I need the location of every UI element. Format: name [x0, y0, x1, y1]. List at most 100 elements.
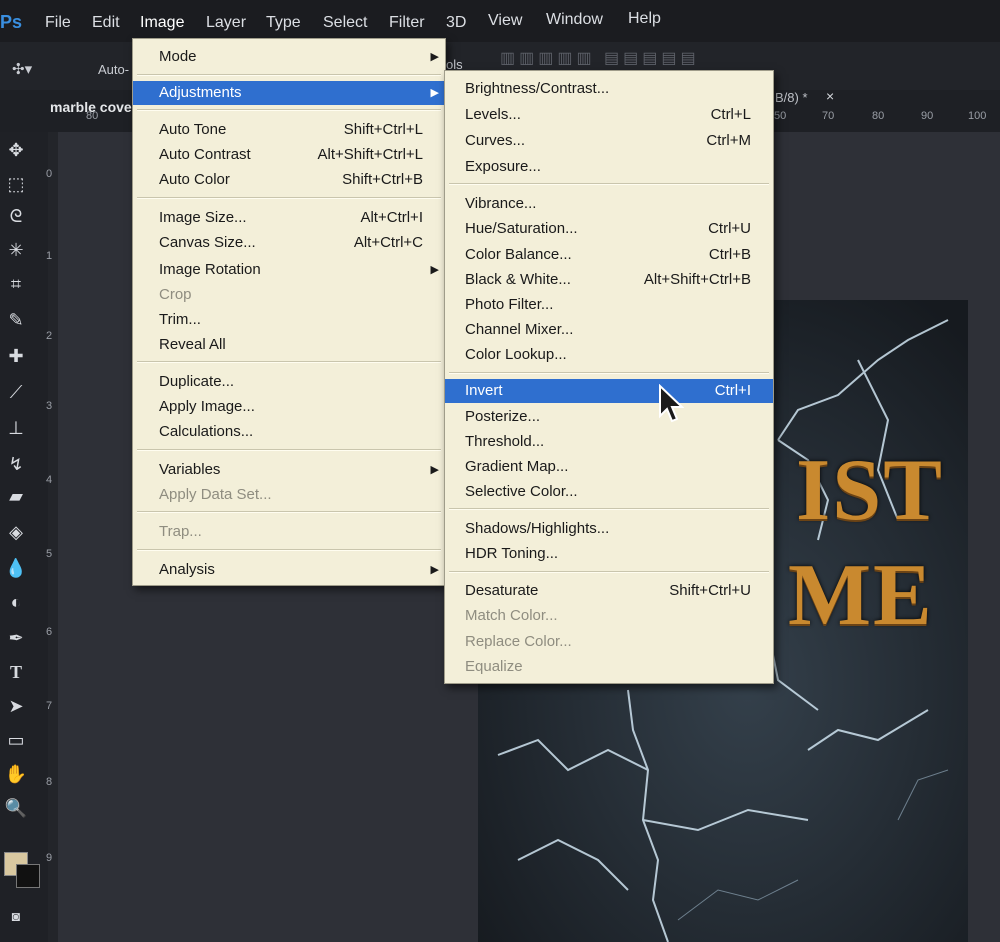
history-brush-tool-icon[interactable]: ↯ [4, 452, 28, 476]
menu-item-hdr-toning[interactable]: HDR Toning... [445, 542, 773, 566]
eraser-tool-icon[interactable]: ▰ [4, 484, 28, 508]
menu-item-trap: Trap... [133, 520, 445, 544]
menu-separator [449, 571, 769, 573]
hand-tool-icon[interactable]: ✋ [4, 762, 28, 786]
menu-item-gradient-map[interactable]: Gradient Map... [445, 455, 773, 479]
ruler-number: 80 [872, 110, 885, 122]
background-color-swatch[interactable] [16, 864, 40, 888]
menu-file[interactable]: File [45, 14, 71, 32]
magic-wand-tool-icon[interactable]: ✳ [4, 238, 28, 262]
menu-window[interactable]: Window [546, 11, 603, 29]
marquee-tool-icon[interactable]: ⬚ [4, 172, 28, 196]
menu-item-shortcut: Ctrl+M [706, 132, 751, 149]
menu-item-shortcut: Alt+Ctrl+I [360, 209, 423, 226]
menu-view[interactable]: View [488, 12, 522, 30]
menu-item-auto-color[interactable]: Auto Color Shift+Ctrl+B [133, 168, 445, 192]
distribute-icons[interactable]: ▥▥▥▥▥ ▤▤▤▤▤ [500, 48, 700, 68]
menu-item-color-lookup[interactable]: Color Lookup... [445, 343, 773, 367]
menu-item-photo-filter[interactable]: Photo Filter... [445, 293, 773, 317]
menu-separator [137, 449, 441, 451]
menu-item-duplicate[interactable]: Duplicate... [133, 370, 445, 394]
menu-item-mode[interactable]: Mode ▶ [133, 45, 445, 69]
menu-item-analysis[interactable]: Analysis ▶ [133, 558, 445, 582]
move-tool-icon[interactable]: ✣▾ [12, 60, 32, 78]
type-tool-icon[interactable]: T [4, 660, 28, 684]
menu-select[interactable]: Select [323, 14, 367, 32]
menu-item-brightness-contrast[interactable]: Brightness/Contrast... [445, 77, 773, 101]
pen-tool-icon[interactable]: ✒ [4, 626, 28, 650]
mouse-pointer-icon [659, 384, 684, 423]
crop-tool-icon[interactable]: ⌗ [4, 272, 28, 296]
menu-item-label: Calculations... [159, 423, 254, 440]
menu-item-apply-image[interactable]: Apply Image... [133, 395, 445, 419]
menu-item-shadows-highlights[interactable]: Shadows/Highlights... [445, 517, 773, 541]
ruler-number: 100 [968, 110, 987, 122]
ruler-number: 6 [46, 626, 53, 638]
menu-layer[interactable]: Layer [206, 14, 246, 32]
image-menu: Mode ▶ Adjustments ▶ Auto Tone Shift+Ctr… [132, 38, 446, 586]
artwork-title-line2: ME [788, 547, 934, 644]
menu-item-label: Invert [465, 382, 503, 399]
menu-3d[interactable]: 3D [446, 14, 466, 32]
dodge-tool-icon[interactable]: ◐ [4, 590, 28, 614]
close-tab-icon[interactable]: × [826, 88, 834, 104]
brush-tool-icon[interactable]: ⟋ [4, 380, 28, 404]
menu-item-selective-color[interactable]: Selective Color... [445, 480, 773, 504]
menu-item-label: Photo Filter... [465, 296, 554, 313]
menu-item-label: Vibrance... [465, 195, 537, 212]
move-tool-icon[interactable]: ✥ [4, 138, 28, 162]
menu-item-image-size[interactable]: Image Size... Alt+Ctrl+I [133, 206, 445, 230]
menu-item-reveal-all[interactable]: Reveal All [133, 333, 445, 357]
menu-item-black-white[interactable]: Black & White... Alt+Shift+Ctrl+B [445, 268, 773, 292]
menu-item-curves[interactable]: Curves... Ctrl+M [445, 129, 773, 153]
path-selection-tool-icon[interactable]: ➤ [4, 694, 28, 718]
menu-help[interactable]: Help [628, 10, 661, 28]
auto-select-label[interactable]: Auto- [98, 62, 129, 77]
menu-separator [449, 508, 769, 510]
menu-item-label: Equalize [465, 658, 523, 675]
menu-item-variables[interactable]: Variables ▶ [133, 458, 445, 482]
menu-separator [137, 109, 441, 111]
ruler-number: 9 [46, 852, 53, 864]
menu-item-image-rotation[interactable]: Image Rotation ▶ [133, 258, 445, 282]
menu-item-threshold[interactable]: Threshold... [445, 430, 773, 454]
menu-item-equalize: Equalize [445, 655, 773, 679]
menu-image[interactable]: Image [140, 14, 184, 32]
menu-item-trim[interactable]: Trim... [133, 308, 445, 332]
menu-edit[interactable]: Edit [92, 14, 120, 32]
menu-filter[interactable]: Filter [389, 14, 425, 32]
ruler-number: 80 [86, 110, 99, 122]
eyedropper-tool-icon[interactable]: ✎ [4, 308, 28, 332]
menu-item-color-balance[interactable]: Color Balance... Ctrl+B [445, 243, 773, 267]
paint-bucket-tool-icon[interactable]: ◈ [4, 520, 28, 544]
menu-item-invert[interactable]: Invert Ctrl+I [445, 379, 773, 403]
menu-item-match-color: Match Color... [445, 604, 773, 628]
menu-item-label: Auto Color [159, 171, 230, 188]
submenu-arrow-icon: ▶ [430, 464, 439, 476]
healing-brush-tool-icon[interactable]: ✚ [4, 344, 28, 368]
menu-item-canvas-size[interactable]: Canvas Size... Alt+Ctrl+C [133, 231, 445, 255]
menu-item-calculations[interactable]: Calculations... [133, 420, 445, 444]
stamp-tool-icon[interactable]: ⊥ [4, 416, 28, 440]
menu-item-auto-contrast[interactable]: Auto Contrast Alt+Shift+Ctrl+L [133, 143, 445, 167]
menu-item-desaturate[interactable]: Desaturate Shift+Ctrl+U [445, 579, 773, 603]
menu-item-label: Analysis [159, 561, 215, 578]
menu-item-posterize[interactable]: Posterize... [445, 405, 773, 429]
menu-item-vibrance[interactable]: Vibrance... [445, 192, 773, 216]
blur-tool-icon[interactable]: 💧 [4, 556, 28, 580]
menu-item-hue-saturation[interactable]: Hue/Saturation... Ctrl+U [445, 217, 773, 241]
rectangle-tool-icon[interactable]: ▭ [4, 728, 28, 752]
menu-type[interactable]: Type [266, 14, 301, 32]
menu-item-label: Reveal All [159, 336, 226, 353]
menu-item-shortcut: Shift+Ctrl+L [343, 121, 423, 138]
menu-item-auto-tone[interactable]: Auto Tone Shift+Ctrl+L [133, 118, 445, 142]
menu-item-label: Channel Mixer... [465, 321, 574, 338]
menu-item-adjustments[interactable]: Adjustments ▶ [133, 81, 445, 105]
menu-item-channel-mixer[interactable]: Channel Mixer... [445, 318, 773, 342]
tools-panel: ✥ ⬚ ᘓ ✳ ⌗ ✎ ✚ ⟋ ⊥ ↯ ▰ ◈ 💧 ◐ ✒ T ➤ ▭ ✋ 🔍 … [0, 132, 48, 942]
menu-item-levels[interactable]: Levels... Ctrl+L [445, 103, 773, 127]
lasso-tool-icon[interactable]: ᘓ [4, 204, 28, 228]
menu-item-exposure[interactable]: Exposure... [445, 155, 773, 179]
quick-mask-icon[interactable]: ◙ [4, 904, 28, 928]
zoom-tool-icon[interactable]: 🔍 [4, 796, 28, 820]
